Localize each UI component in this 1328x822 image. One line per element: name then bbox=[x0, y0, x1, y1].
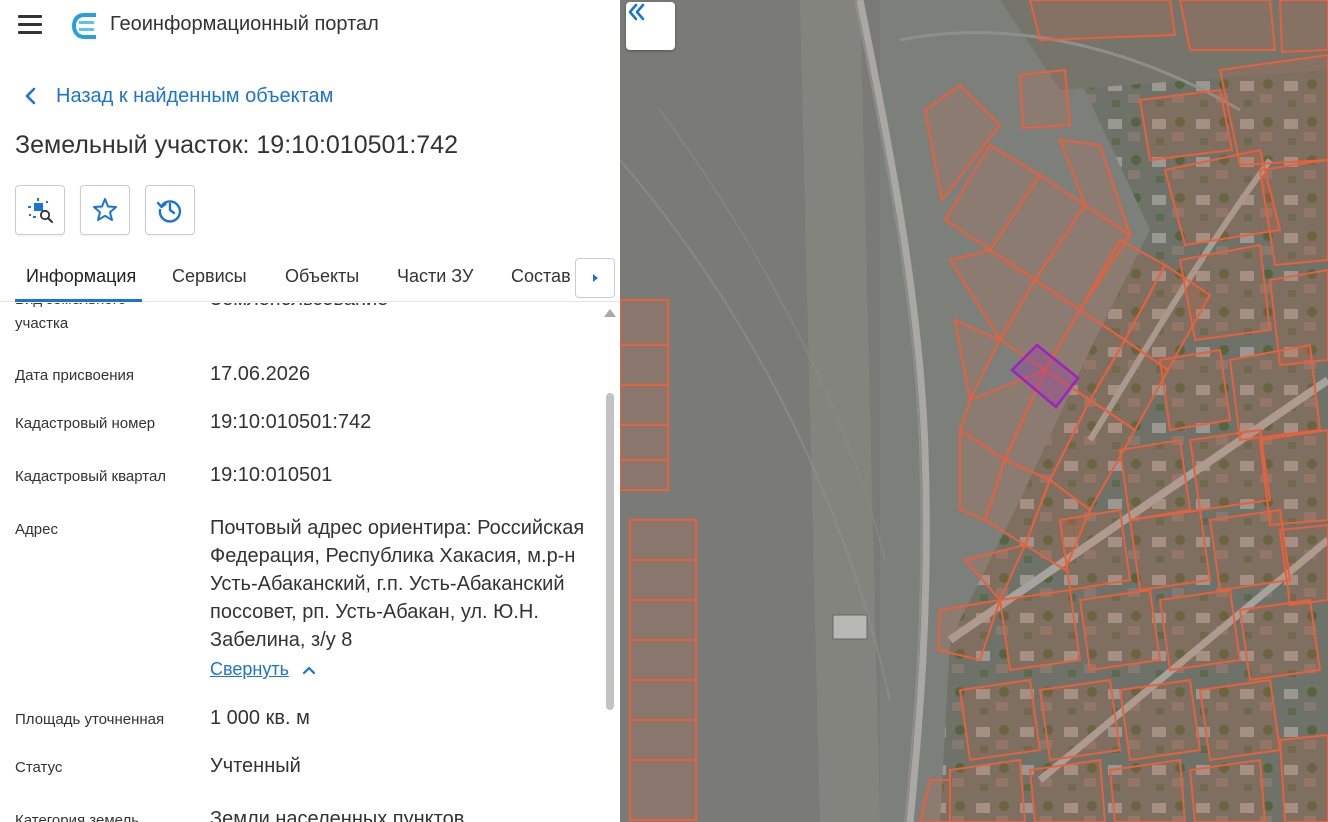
object-title: Земельный участок: 19:10:010501:742 bbox=[15, 131, 458, 159]
status-label: Статус bbox=[15, 759, 63, 776]
history-icon bbox=[156, 200, 182, 223]
chevron-up-icon bbox=[302, 666, 316, 674]
land-category-label: Категория земель bbox=[15, 812, 140, 822]
app-title: Геоинформационный портал bbox=[110, 13, 379, 35]
portal-logo-icon bbox=[72, 13, 96, 39]
info-panel: Геоинформационный портал Назад к найденн… bbox=[0, 0, 620, 822]
back-to-results-link[interactable]: Назад к найденным объектам bbox=[20, 82, 333, 110]
permitted-use-label: Вид земельного участка bbox=[15, 303, 126, 332]
tab-composition[interactable]: Состав bbox=[511, 266, 571, 287]
active-tab-indicator bbox=[15, 299, 142, 302]
tabs-scroll-right-button[interactable] bbox=[575, 258, 615, 298]
tab-info[interactable]: Информация bbox=[26, 266, 136, 287]
collapse-panel-button[interactable] bbox=[626, 2, 675, 50]
double-chevron-left-icon bbox=[628, 3, 645, 21]
map-locate-icon bbox=[28, 198, 53, 223]
favorite-button[interactable] bbox=[80, 185, 130, 235]
top-bar: Геоинформационный портал bbox=[0, 0, 620, 52]
address-label: Адрес bbox=[15, 521, 58, 538]
cadastral-number-label: Кадастровый номер bbox=[15, 415, 156, 432]
cadastral-block-label: Кадастровый квартал bbox=[15, 468, 167, 485]
tab-objects[interactable]: Объекты bbox=[285, 266, 359, 287]
address-value: Почтовый адрес ориентира: Российская Фед… bbox=[210, 517, 585, 651]
status-value: Учтенный bbox=[210, 755, 301, 777]
land-category-value: Земли населенных пунктов bbox=[210, 808, 465, 822]
satellite-map bbox=[620, 0, 1328, 822]
info-list[interactable]: Вид земельного участка Землепользование … bbox=[0, 303, 620, 822]
cadastral-block-value: 19:10:010501 bbox=[210, 464, 333, 486]
collapse-address-link[interactable]: Свернуть bbox=[210, 659, 317, 680]
info-scrollbar[interactable] bbox=[603, 303, 617, 822]
history-button[interactable] bbox=[145, 185, 195, 235]
permitted-use-value: Землепользование bbox=[210, 303, 388, 313]
locate-on-map-button[interactable] bbox=[15, 185, 65, 235]
star-icon bbox=[93, 198, 117, 221]
tab-bar: Информация Сервисы Объекты Части ЗУ Сост… bbox=[0, 256, 620, 302]
chevron-left-icon bbox=[25, 87, 36, 105]
assign-date-value: 17.06.2026 bbox=[210, 363, 311, 385]
map-view[interactable] bbox=[620, 0, 1328, 822]
scroll-up-arrow-icon[interactable] bbox=[604, 309, 616, 317]
collapse-link-label: Свернуть bbox=[210, 659, 289, 679]
hamburger-icon[interactable] bbox=[18, 15, 42, 37]
area-value: 1 000 кв. м bbox=[210, 707, 310, 729]
caret-right-icon bbox=[593, 274, 598, 282]
area-label: Площадь уточненная bbox=[15, 711, 165, 728]
back-link-label: Назад к найденным объектам bbox=[56, 84, 334, 107]
scrollbar-thumb[interactable] bbox=[606, 393, 614, 710]
tab-services[interactable]: Сервисы bbox=[172, 266, 247, 287]
assign-date-label: Дата присвоения bbox=[15, 367, 134, 384]
cadastral-number-value: 19:10:010501:742 bbox=[210, 411, 372, 433]
tab-parts[interactable]: Части ЗУ bbox=[397, 266, 473, 287]
